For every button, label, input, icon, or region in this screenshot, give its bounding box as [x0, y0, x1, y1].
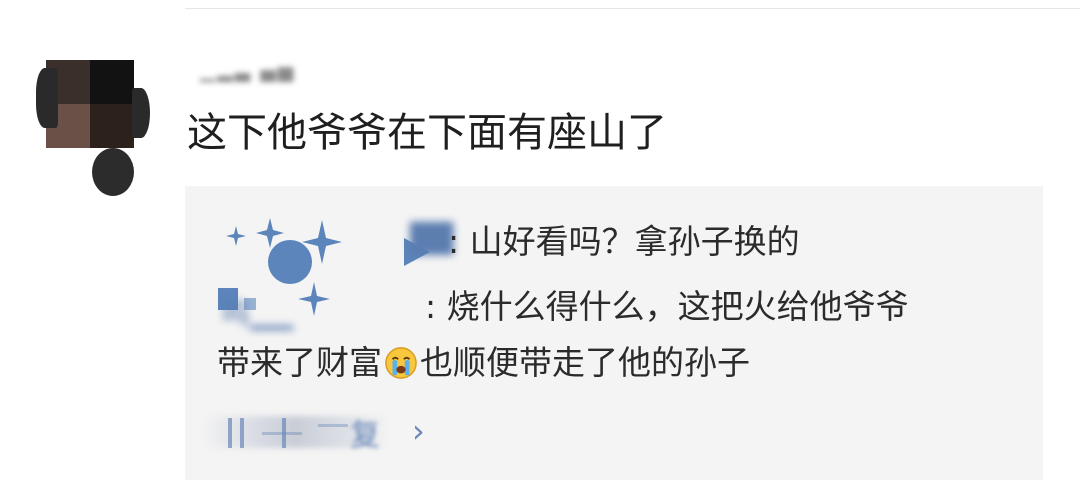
avatar-pixel [36, 68, 58, 128]
reply-text-1: : 山好看吗？拿孙子换的 [448, 222, 800, 261]
crying-face-icon [385, 347, 417, 379]
reply-author-1[interactable]: ██ [410, 222, 453, 255]
reply-text-3: 带来了财富 也顺便带走了他的孙子 [217, 338, 750, 388]
avatar[interactable] [36, 48, 156, 198]
more-replies-link[interactable]: 复 › [200, 408, 440, 456]
comment-username[interactable]: ▁▂▃ ▄▅ [200, 58, 295, 82]
more-replies-obscured-text [228, 418, 348, 448]
top-divider [185, 8, 1080, 9]
chevron-right-icon: › [412, 412, 425, 450]
reply-text-2: : 烧什么得什么，这把火给他爷爷 [425, 287, 909, 326]
more-replies-label: 复 [350, 418, 380, 453]
reply-text-3-after: 也顺便带走了他的孙子 [420, 343, 750, 382]
reply-text-3-before: 带来了财富 [217, 343, 382, 382]
comment-text: 这下他爷爷在下面有座山了 [187, 110, 667, 156]
avatar-pixel [90, 60, 134, 104]
avatar-pixel [92, 148, 134, 196]
avatar-pixel [90, 104, 134, 148]
avatar-pixel [132, 88, 150, 138]
reply-author-2[interactable]: 鸣▁▁ [222, 292, 293, 332]
